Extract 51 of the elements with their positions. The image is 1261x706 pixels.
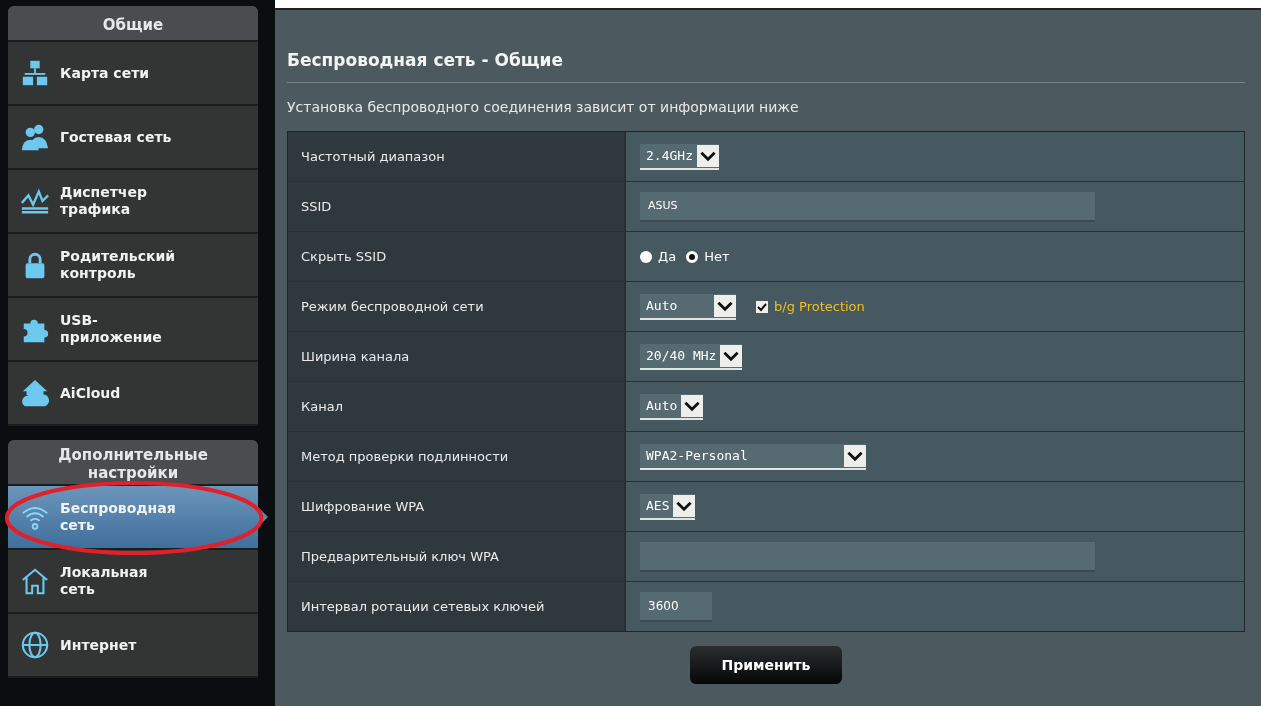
dropdown[interactable]: Auto [640, 393, 704, 420]
chevron-down-icon [681, 394, 704, 417]
section-header: Общие [8, 6, 258, 42]
field-label: Режим беспроводной сети [288, 282, 626, 331]
traffic-icon [20, 186, 50, 216]
sidebar-item[interactable]: Беспроводная сеть [8, 486, 258, 550]
radio-button[interactable] [640, 250, 652, 263]
radio-label: Да [658, 249, 677, 264]
sidebar-item[interactable]: Локальная сеть [8, 550, 258, 614]
field-label: Интервал ротации сетевых ключей [288, 582, 626, 631]
chevron-down-icon [720, 344, 743, 367]
cloud-icon [20, 378, 50, 408]
dropdown[interactable]: 2.4GHz [640, 143, 719, 170]
field-label: Частотный диапазон [288, 132, 626, 181]
section-header: Дополнительные настройки [8, 440, 258, 486]
checkbox[interactable] [756, 300, 768, 313]
description-text: Установка беспроводного соединения зависит от информации ниже [287, 99, 800, 115]
radio-label: Нет [704, 249, 730, 264]
sidebar-item[interactable]: AiCloud [8, 362, 258, 426]
chevron-down-icon [696, 144, 719, 167]
dropdown[interactable]: WPA2-Personal [640, 443, 866, 470]
chevron-down-icon [844, 444, 866, 467]
input-field[interactable]: 3600 [640, 591, 712, 622]
dropdown[interactable]: 20/40 MHz [640, 343, 743, 370]
sidebar-item[interactable]: USB-приложение [8, 298, 258, 362]
field-label: Предварительный ключ WPA [288, 532, 626, 581]
field-label: Шифрование WPA [288, 482, 626, 531]
field-label: SSID [288, 182, 626, 231]
page-title: Беспроводная сеть - Общие [287, 50, 565, 70]
radio-button[interactable] [686, 250, 699, 263]
chevron-down-icon [714, 294, 736, 317]
field-label: Метод проверки подлинности [288, 432, 626, 481]
sidebar-item[interactable]: Диспетчер трафика [8, 170, 258, 234]
sidebar-item[interactable]: Интернет [8, 614, 258, 678]
field-label: Скрыть SSID [288, 232, 626, 281]
sidebar-item[interactable]: Родительский контроль [8, 234, 258, 298]
people-icon [20, 122, 50, 152]
field-label: Канал [288, 382, 626, 431]
dropdown[interactable]: Auto [640, 293, 736, 320]
chevron-down-icon [673, 494, 696, 517]
house-icon [20, 566, 50, 596]
checkbox-label: b/g Protection [774, 299, 865, 314]
ssid-field[interactable]: ASUS [640, 191, 1095, 222]
field-label: Ширина канала [288, 332, 626, 381]
sidebar-item[interactable]: Гостевая сеть [8, 106, 258, 170]
sidebar-item[interactable]: Карта сети [8, 42, 258, 106]
network-icon [20, 58, 50, 88]
globe-icon [20, 630, 50, 660]
input-field[interactable] [640, 541, 1095, 572]
apply-button[interactable]: Применить [690, 646, 842, 684]
dropdown[interactable]: AES [640, 493, 696, 520]
